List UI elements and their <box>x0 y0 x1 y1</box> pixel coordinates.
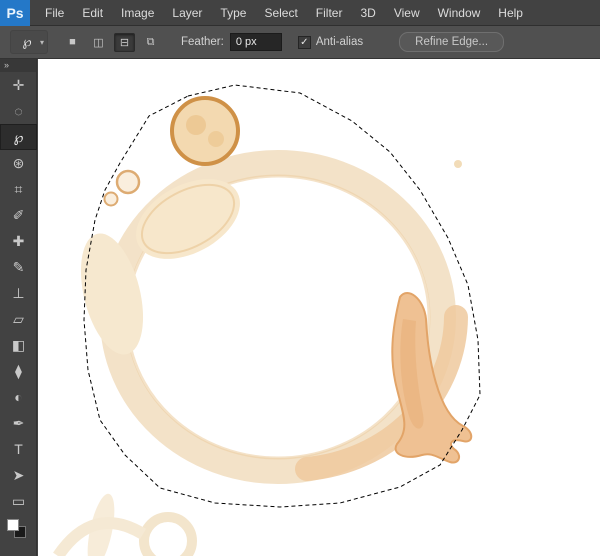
coffee-stain-image <box>53 84 481 556</box>
menu-type[interactable]: Type <box>211 0 255 26</box>
tools-panel: » ✛ ◌ ℘ ⊛ ⌗ ✐ ✚ ✎ ⊥ ▱ ◧ ⧫ ◐ ✒ T ➤ ▭ <box>0 59 37 556</box>
subtract-from-selection-button[interactable]: ⊟ <box>114 32 135 52</box>
tool-crop[interactable]: ⌗ <box>0 176 37 202</box>
tool-lasso[interactable]: ℘ <box>0 124 37 150</box>
active-tool-preset[interactable]: ℘ ▾ <box>10 30 48 54</box>
menu-bar: Ps File Edit Image Layer Type Select Fil… <box>0 0 600 26</box>
menu-3d[interactable]: 3D <box>351 0 384 26</box>
photoshop-window: Ps File Edit Image Layer Type Select Fil… <box>0 0 600 556</box>
lasso-tool-icon: ℘ <box>22 34 32 49</box>
menu-window[interactable]: Window <box>429 0 490 26</box>
selection-mode-buttons: ■ ◫ ⊟ ⧉ <box>62 32 161 52</box>
collapse-panel-button[interactable]: » <box>0 59 36 72</box>
menu-edit[interactable]: Edit <box>73 0 112 26</box>
antialias-group: ✓ Anti-alias <box>297 35 369 49</box>
antialias-label: Anti-alias <box>315 36 364 48</box>
new-selection-button[interactable]: ■ <box>62 33 83 52</box>
check-icon: ✓ <box>300 36 309 48</box>
intersect-selection-button[interactable]: ⧉ <box>140 33 161 52</box>
tool-eraser[interactable]: ▱ <box>0 306 37 332</box>
feather-group: Feather: <box>181 33 282 51</box>
tool-dodge[interactable]: ◐ <box>0 384 37 410</box>
tool-clone-stamp[interactable]: ⊥ <box>0 280 37 306</box>
feather-input[interactable] <box>229 33 282 51</box>
menu-layer[interactable]: Layer <box>163 0 211 26</box>
antialias-checkbox[interactable]: ✓ <box>297 35 311 49</box>
tool-brush[interactable]: ✎ <box>0 254 37 280</box>
tool-options-bar: ℘ ▾ ■ ◫ ⊟ ⧉ Feather: ✓ Anti-alias Refine… <box>0 26 600 59</box>
foreground-color-swatch[interactable] <box>7 519 19 531</box>
menu-view[interactable]: View <box>385 0 429 26</box>
tool-elliptical-marquee[interactable]: ◌ <box>0 98 37 124</box>
tool-pen[interactable]: ✒ <box>0 410 37 436</box>
document-canvas[interactable] <box>38 59 600 556</box>
tool-healing-brush[interactable]: ✚ <box>0 228 37 254</box>
tool-gradient[interactable]: ◧ <box>0 332 37 358</box>
add-to-selection-button[interactable]: ◫ <box>88 33 109 52</box>
menu-items: File Edit Image Layer Type Select Filter… <box>36 0 532 26</box>
feather-label: Feather: <box>181 36 224 48</box>
menu-file[interactable]: File <box>36 0 73 26</box>
photoshop-logo: Ps <box>0 0 30 26</box>
tool-type[interactable]: T <box>0 436 37 462</box>
menu-filter[interactable]: Filter <box>307 0 352 26</box>
color-swatches <box>0 514 36 546</box>
tool-blur[interactable]: ⧫ <box>0 358 37 384</box>
tool-quick-selection[interactable]: ⊛ <box>0 150 37 176</box>
menu-help[interactable]: Help <box>489 0 532 26</box>
menu-select[interactable]: Select <box>255 0 306 26</box>
menu-image[interactable]: Image <box>112 0 163 26</box>
tool-rectangle[interactable]: ▭ <box>0 488 37 514</box>
tool-eyedropper[interactable]: ✐ <box>0 202 37 228</box>
tool-move[interactable]: ✛ <box>0 72 37 98</box>
tool-path-selection[interactable]: ➤ <box>0 462 37 488</box>
refine-edge-button[interactable]: Refine Edge... <box>399 32 505 52</box>
chevron-down-icon: ▾ <box>39 37 44 47</box>
